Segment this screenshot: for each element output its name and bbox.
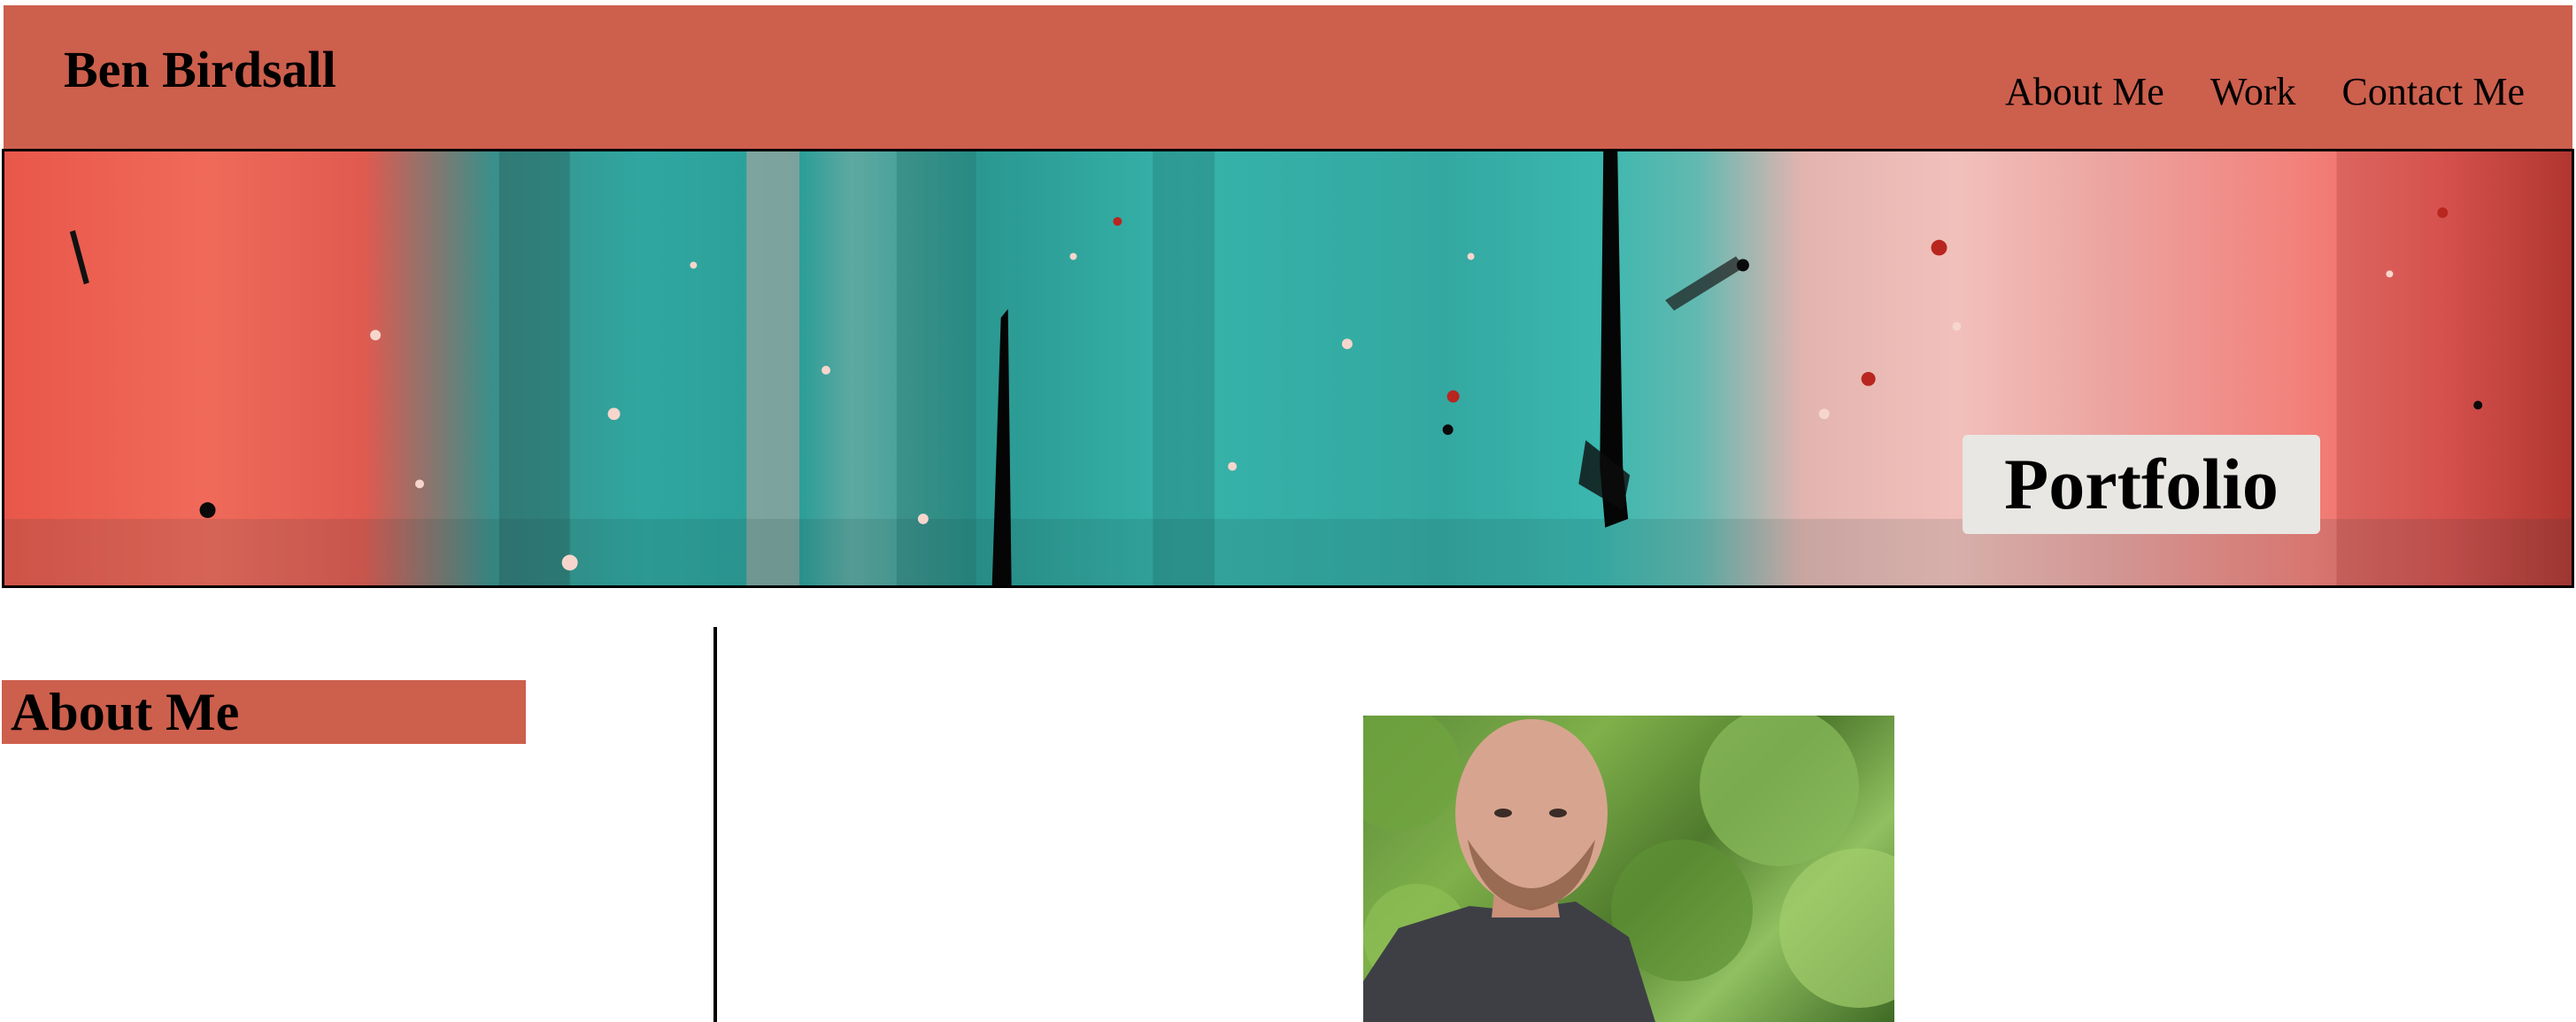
hero-banner: Portfolio (2, 149, 2574, 588)
nav-link-contact-me[interactable]: Contact Me (2341, 73, 2525, 112)
main-nav: About Me Work Contact Me (2005, 73, 2525, 112)
profile-photo-image (1363, 716, 1894, 1022)
profile-photo (1363, 716, 1894, 1022)
nav-link-work[interactable]: Work (2210, 73, 2296, 112)
site-title: Ben Birdsall (64, 41, 336, 98)
portfolio-badge: Portfolio (1963, 435, 2320, 534)
site-header: Ben Birdsall About Me Work Contact Me (4, 5, 2572, 149)
nav-link-about-me[interactable]: About Me (2005, 73, 2164, 112)
content-divider (713, 627, 717, 1022)
about-me-heading: About Me (2, 680, 526, 744)
